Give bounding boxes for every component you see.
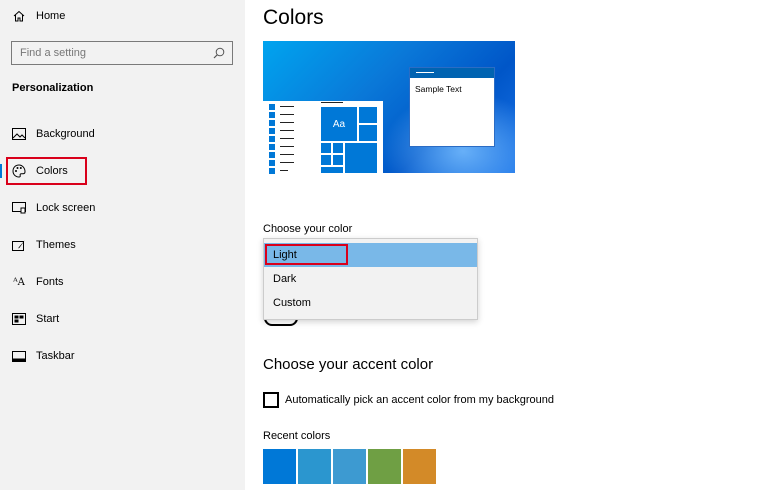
recent-colors xyxy=(263,449,438,484)
choose-color-label: Choose your color xyxy=(263,223,353,235)
auto-accent-checkbox[interactable] xyxy=(263,392,279,408)
home-link[interactable]: Home xyxy=(12,9,65,23)
sidebar-item-colors[interactable]: Colors xyxy=(0,156,245,186)
home-icon xyxy=(12,9,26,23)
search-icon[interactable] xyxy=(212,46,226,60)
recent-colors-label: Recent colors xyxy=(263,430,331,442)
palette-icon xyxy=(11,163,27,179)
brush-icon xyxy=(11,237,27,253)
dropdown-option-custom[interactable]: Custom xyxy=(264,291,477,315)
dropdown-option-light[interactable]: Light xyxy=(264,243,477,267)
color-swatch[interactable] xyxy=(333,449,366,484)
sidebar: Home Personalization Background Colors L… xyxy=(0,0,245,490)
sidebar-item-lock-screen[interactable]: Lock screen xyxy=(0,193,245,223)
sidebar-item-start[interactable]: Start xyxy=(0,304,245,334)
home-label: Home xyxy=(36,10,66,22)
color-swatch[interactable] xyxy=(403,449,436,484)
sidebar-item-label: Taskbar xyxy=(36,350,75,362)
sidebar-item-label: Colors xyxy=(36,165,68,177)
sidebar-item-label: Lock screen xyxy=(36,202,96,214)
sidebar-item-label: Fonts xyxy=(36,276,64,288)
preview-window: Sample Text xyxy=(409,67,495,147)
color-mode-dropdown[interactable]: Light Dark Custom xyxy=(263,238,478,320)
page-title: Colors xyxy=(263,6,324,29)
sidebar-item-themes[interactable]: Themes xyxy=(0,230,245,260)
preview-sample-text: Sample Text xyxy=(415,84,462,94)
dropdown-option-dark[interactable]: Dark xyxy=(264,267,477,291)
color-swatch[interactable] xyxy=(263,449,296,484)
section-title: Personalization xyxy=(12,82,94,94)
auto-accent-label[interactable]: Automatically pick an accent color from … xyxy=(285,394,554,406)
taskbar-icon xyxy=(11,348,27,364)
sidebar-item-label: Background xyxy=(36,128,95,140)
start-icon xyxy=(11,311,27,327)
color-swatch[interactable] xyxy=(368,449,401,484)
search-input[interactable] xyxy=(12,42,202,64)
sidebar-item-fonts[interactable]: ᴬA Fonts xyxy=(0,267,245,297)
sidebar-item-label: Start xyxy=(36,313,60,325)
lock-screen-icon xyxy=(11,200,27,216)
sidebar-item-taskbar[interactable]: Taskbar xyxy=(0,341,245,371)
accent-heading: Choose your accent color xyxy=(263,356,434,373)
auto-accent-row[interactable]: Automatically pick an accent color from … xyxy=(263,392,554,408)
preview-tile-aa: Aa xyxy=(321,107,357,141)
fonts-icon: ᴬA xyxy=(13,276,25,288)
search-box[interactable] xyxy=(11,41,233,65)
color-swatch[interactable] xyxy=(298,449,331,484)
sidebar-item-background[interactable]: Background xyxy=(0,119,245,149)
picture-icon xyxy=(11,126,27,142)
preview-tiles: Aa xyxy=(313,101,383,173)
sidebar-item-label: Themes xyxy=(36,239,76,251)
preview-start-list xyxy=(263,101,313,174)
